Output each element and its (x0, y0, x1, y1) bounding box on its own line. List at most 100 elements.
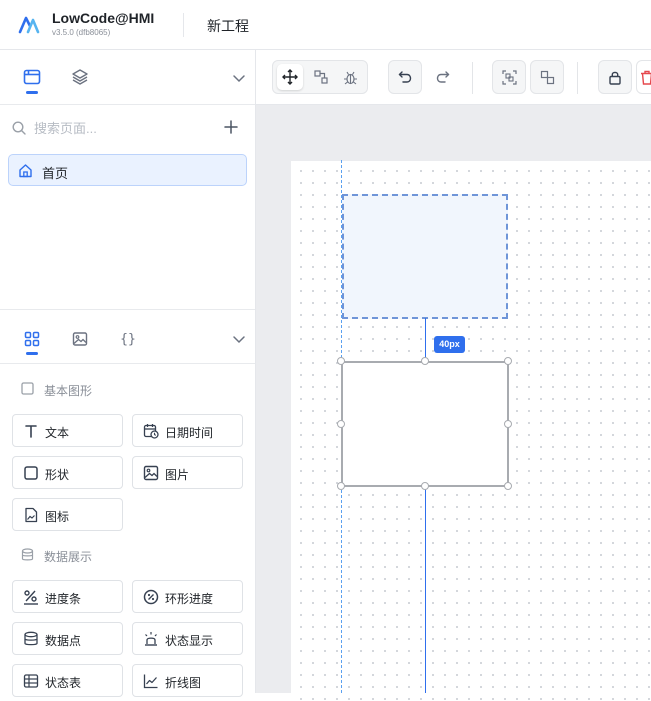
alarm-light-icon (145, 632, 157, 646)
resize-handle-left[interactable] (337, 420, 345, 428)
page-search-input[interactable] (34, 117, 204, 139)
search-icon (12, 121, 26, 135)
project-name[interactable]: 新工程 (207, 16, 249, 36)
component-text[interactable]: 文本 (12, 414, 123, 447)
redo-group (426, 60, 460, 94)
delete-button[interactable] (640, 64, 651, 90)
delete-group (636, 60, 651, 94)
active-tab-indicator (26, 352, 38, 355)
chevron-down-icon[interactable] (232, 71, 246, 85)
sidebar: 首页 {} 基本图形 (0, 50, 256, 697)
resize-handle-bottom[interactable] (421, 482, 429, 490)
component-icon[interactable]: 图标 (12, 498, 123, 531)
braces-icon: {} (120, 331, 136, 347)
shape-reference[interactable] (342, 194, 508, 319)
tab-pages[interactable] (21, 66, 43, 88)
resize-handle-top-left[interactable] (337, 357, 345, 365)
component-progress-bar[interactable]: 进度条 (12, 580, 123, 613)
resize-handle-top[interactable] (421, 357, 429, 365)
component-label: 图标 (45, 510, 70, 524)
undo-icon (398, 71, 412, 83)
group-button[interactable] (496, 64, 522, 90)
connect-tool-button[interactable] (308, 64, 334, 90)
resize-handle-top-right[interactable] (504, 357, 512, 365)
app-header: LowCode@HMI v3.5.0 (dfb8065) 新工程 (0, 0, 651, 50)
ungroup-group (530, 60, 564, 94)
tab-components[interactable] (21, 328, 43, 350)
component-label: 数据点 (45, 634, 82, 648)
home-icon (19, 164, 32, 178)
image-icon (72, 332, 88, 346)
component-label: 文本 (45, 426, 70, 440)
component-line-chart[interactable]: 折线图 (132, 664, 243, 697)
ungroup-button[interactable] (534, 64, 560, 90)
database-icon (21, 548, 34, 561)
image-icon (143, 465, 159, 481)
file-image-icon (25, 507, 38, 523)
chevron-down-icon[interactable] (232, 332, 246, 346)
component-label: 形状 (45, 468, 70, 482)
app-name: LowCode@HMI (52, 10, 155, 26)
component-status-table[interactable]: 状态表 (12, 664, 123, 697)
bug-icon (343, 71, 357, 84)
tab-layers[interactable] (69, 66, 91, 88)
ring-percent-icon (143, 589, 159, 605)
component-label: 状态显示 (165, 634, 214, 648)
resize-handle-bottom-right[interactable] (504, 482, 512, 490)
components-grid-icon (24, 331, 40, 347)
resize-handle-bottom-left[interactable] (337, 482, 345, 490)
table-icon (23, 674, 39, 688)
distance-badge: 40px (434, 336, 465, 353)
shape-selected[interactable] (341, 361, 509, 487)
component-label: 图片 (165, 468, 190, 482)
text-icon (25, 425, 37, 438)
page-list-item-home[interactable]: 首页 (8, 154, 247, 186)
component-label: 环形进度 (165, 592, 214, 606)
layers-icon (72, 69, 88, 85)
section-data-display[interactable]: 数据展示 (0, 543, 255, 567)
component-datetime[interactable]: 日期时间 (132, 414, 243, 447)
app-version: v3.5.0 (dfb8065) (52, 28, 111, 37)
tab-scripts[interactable]: {} (117, 328, 139, 350)
group-group (492, 60, 526, 94)
percent-icon (24, 590, 38, 605)
add-page-icon[interactable] (222, 118, 240, 136)
component-status-display[interactable]: 状态显示 (132, 622, 243, 655)
component-label: 进度条 (45, 592, 82, 606)
editor-toolbar (256, 50, 651, 105)
tab-images[interactable] (69, 328, 91, 350)
page-panel-tabs (0, 50, 255, 105)
component-shape[interactable]: 形状 (12, 456, 123, 489)
line-chart-icon (143, 674, 158, 689)
section-title: 数据展示 (44, 550, 93, 564)
component-label: 日期时间 (165, 426, 214, 440)
resize-handle-right[interactable] (504, 420, 512, 428)
move-icon (282, 69, 298, 85)
connect-nodes-icon (314, 70, 328, 84)
undo-button[interactable] (392, 64, 418, 90)
active-tab-indicator (26, 91, 38, 94)
component-data-point[interactable]: 数据点 (12, 622, 123, 655)
undo-group (388, 60, 422, 94)
browser-window-icon (23, 69, 41, 85)
lock-button[interactable] (602, 64, 628, 90)
component-ring-progress[interactable]: 环形进度 (132, 580, 243, 613)
lowcode-logo-icon (18, 16, 40, 34)
redo-icon (436, 71, 450, 83)
page-list-item-label: 首页 (42, 166, 69, 181)
component-label: 折线图 (165, 676, 202, 690)
component-panel-tabs: {} (0, 309, 255, 364)
redo-button[interactable] (430, 64, 456, 90)
tool-mode-group (272, 60, 368, 94)
lock-group (598, 60, 632, 94)
move-tool-button[interactable] (277, 64, 303, 90)
component-image[interactable]: 图片 (132, 456, 243, 489)
section-basic-shapes[interactable]: 基本图形 (0, 377, 255, 401)
ungroup-icon (540, 70, 554, 84)
section-title: 基本图形 (44, 384, 93, 398)
debug-tool-button[interactable] (337, 64, 363, 90)
component-label: 状态表 (45, 676, 82, 690)
group-icon (501, 69, 517, 85)
header-divider (183, 13, 184, 37)
calendar-clock-icon (143, 424, 159, 439)
